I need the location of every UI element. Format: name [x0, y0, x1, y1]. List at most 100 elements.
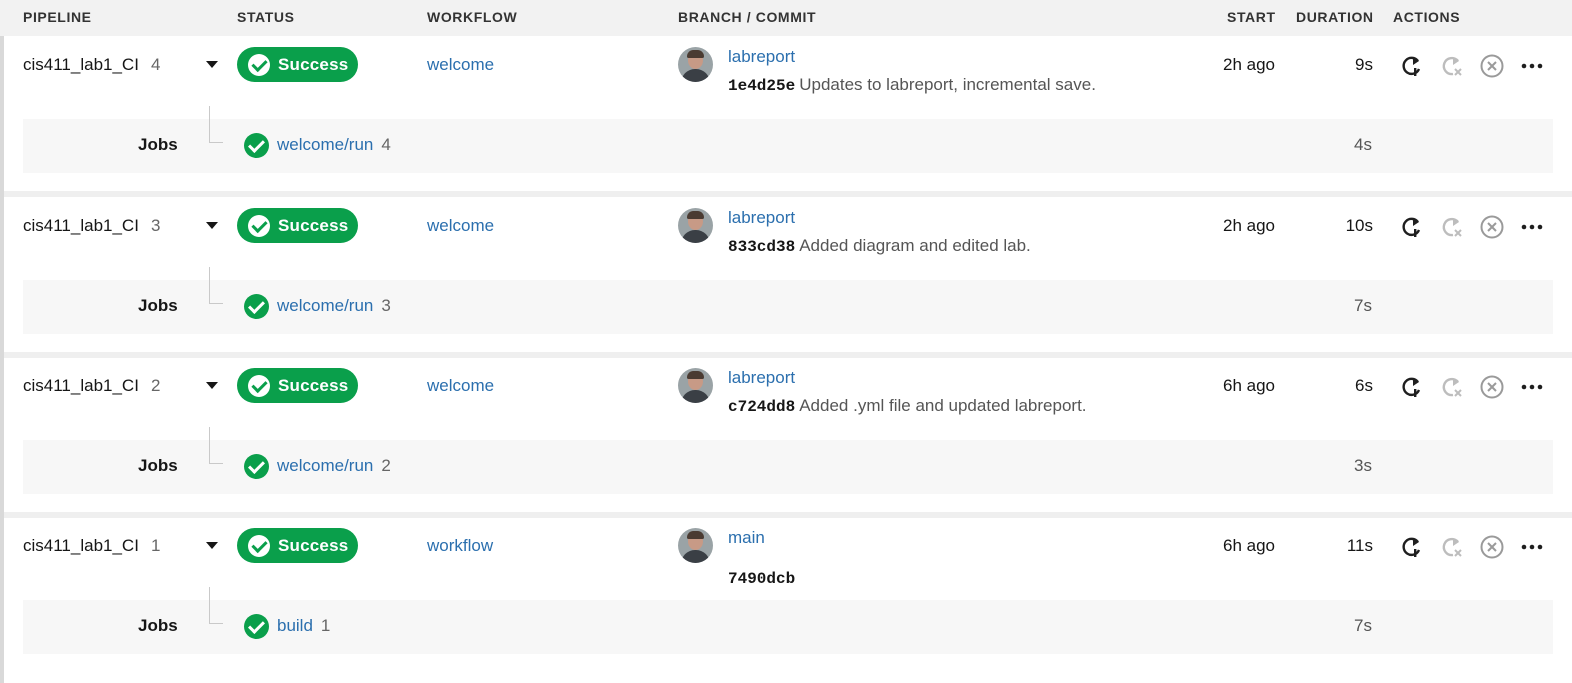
job-check-icon: [244, 454, 269, 479]
status-badge[interactable]: Success: [237, 47, 358, 82]
chevron-down-icon[interactable]: [206, 382, 218, 389]
table-header: PIPELINE STATUS WORKFLOW BRANCH / COMMIT…: [0, 0, 1572, 36]
jobs-label: Jobs: [138, 616, 178, 635]
rerun-failed-icon[interactable]: [1439, 53, 1465, 79]
workflow-link[interactable]: welcome: [427, 376, 494, 396]
commit-message: Updates to labreport, incremental save.: [799, 75, 1096, 94]
header-workflow: WORKFLOW: [427, 9, 518, 25]
job-link[interactable]: build: [277, 616, 313, 635]
more-icon[interactable]: [1519, 534, 1545, 560]
check-circle-icon: [248, 214, 270, 237]
row-separator: [4, 352, 1572, 358]
tree-connector: [209, 587, 223, 624]
commit-sha[interactable]: 7490dcb: [728, 570, 795, 588]
jobs-row: Jobs welcome/run 3 7s: [23, 267, 1553, 334]
commit-message: Added diagram and edited lab.: [799, 236, 1031, 255]
pipeline-number: 3: [151, 216, 161, 235]
pipeline-row: cis411_lab1_CI 1 Success workflow main 7…: [4, 518, 1572, 673]
pipeline-duration: 10s: [1345, 216, 1373, 235]
workflow-link[interactable]: workflow: [427, 536, 493, 556]
row-separator: [4, 191, 1572, 197]
avatar: [678, 47, 713, 82]
check-circle-icon: [248, 374, 270, 397]
workflow-link[interactable]: welcome: [427, 55, 494, 75]
job-duration: 7s: [1354, 296, 1372, 315]
status-label: Success: [278, 535, 349, 555]
rerun-failed-icon[interactable]: [1439, 374, 1465, 400]
commit-sha[interactable]: 1e4d25e: [728, 77, 795, 95]
pipeline-row: cis411_lab1_CI 4 Success welcome labrepo…: [4, 37, 1572, 192]
cancel-icon[interactable]: [1479, 534, 1505, 560]
header-duration: DURATION: [1296, 9, 1374, 25]
job-duration: 3s: [1354, 456, 1372, 475]
row-separator: [4, 512, 1572, 518]
pipeline-duration: 9s: [1355, 55, 1373, 74]
commit-info: 1e4d25e Updates to labreport, incremental…: [728, 75, 1096, 95]
job-duration: 4s: [1354, 135, 1372, 154]
pipeline-number: 2: [151, 376, 161, 395]
more-icon[interactable]: [1519, 214, 1545, 240]
job-check-icon: [244, 133, 269, 158]
branch-link[interactable]: labreport: [728, 208, 795, 228]
rerun-icon[interactable]: [1399, 214, 1425, 240]
header-status: STATUS: [237, 9, 295, 25]
chevron-down-icon[interactable]: [206, 222, 218, 229]
header-pipeline: PIPELINE: [23, 9, 92, 25]
pipeline-row: cis411_lab1_CI 2 Success welcome labrepo…: [4, 358, 1572, 513]
cancel-icon[interactable]: [1479, 53, 1505, 79]
avatar: [678, 208, 713, 243]
more-icon[interactable]: [1519, 374, 1545, 400]
start-time: 6h ago: [1223, 376, 1275, 395]
commit-sha[interactable]: 833cd38: [728, 238, 795, 256]
check-circle-icon: [248, 53, 270, 76]
branch-link[interactable]: labreport: [728, 47, 795, 67]
jobs-label: Jobs: [138, 296, 178, 315]
job-item: welcome/run 4: [277, 135, 391, 155]
status-badge[interactable]: Success: [237, 208, 358, 243]
workflow-link[interactable]: welcome: [427, 216, 494, 236]
pipeline-name: cis411_lab1_CI: [23, 376, 139, 395]
status-badge[interactable]: Success: [237, 368, 358, 403]
job-link[interactable]: welcome/run: [277, 296, 373, 315]
pipeline-duration: 6s: [1355, 376, 1373, 395]
header-start: START: [1227, 9, 1276, 25]
job-number: 2: [381, 456, 391, 475]
cancel-icon[interactable]: [1479, 374, 1505, 400]
rerun-icon[interactable]: [1399, 374, 1425, 400]
pipeline-row: cis411_lab1_CI 3 Success welcome labrepo…: [4, 198, 1572, 353]
pipeline-name: cis411_lab1_CI: [23, 55, 139, 74]
branch-link[interactable]: main: [728, 528, 765, 548]
rerun-failed-icon[interactable]: [1439, 214, 1465, 240]
jobs-label: Jobs: [138, 456, 178, 475]
pipeline-name: cis411_lab1_CI: [23, 216, 139, 235]
avatar: [678, 528, 713, 563]
commit-sha[interactable]: c724dd8: [728, 398, 795, 416]
pipeline-number: 4: [151, 55, 161, 74]
pipeline-number: 1: [151, 536, 161, 555]
chevron-down-icon[interactable]: [206, 61, 218, 68]
job-number: 4: [381, 135, 391, 154]
branch-link[interactable]: labreport: [728, 368, 795, 388]
status-label: Success: [278, 375, 349, 395]
rerun-failed-icon[interactable]: [1439, 534, 1465, 560]
check-circle-icon: [248, 534, 270, 557]
header-actions: ACTIONS: [1393, 9, 1461, 25]
commit-info: c724dd8 Added .yml file and updated labre…: [728, 396, 1087, 416]
job-link[interactable]: welcome/run: [277, 135, 373, 154]
more-icon[interactable]: [1519, 53, 1545, 79]
pipeline-name: cis411_lab1_CI: [23, 536, 139, 555]
commit-message: Added .yml file and updated labreport.: [799, 396, 1087, 415]
job-link[interactable]: welcome/run: [277, 456, 373, 475]
job-check-icon: [244, 614, 269, 639]
job-number: 1: [320, 616, 331, 635]
status-label: Success: [278, 215, 349, 235]
status-label: Success: [278, 54, 349, 74]
status-badge[interactable]: Success: [237, 528, 358, 563]
start-time: 2h ago: [1223, 55, 1275, 74]
chevron-down-icon[interactable]: [206, 542, 218, 549]
cancel-icon[interactable]: [1479, 214, 1505, 240]
rerun-icon[interactable]: [1399, 53, 1425, 79]
rerun-icon[interactable]: [1399, 534, 1425, 560]
tree-connector: [209, 427, 223, 464]
commit-info: 833cd38 Added diagram and edited lab.: [728, 236, 1031, 256]
